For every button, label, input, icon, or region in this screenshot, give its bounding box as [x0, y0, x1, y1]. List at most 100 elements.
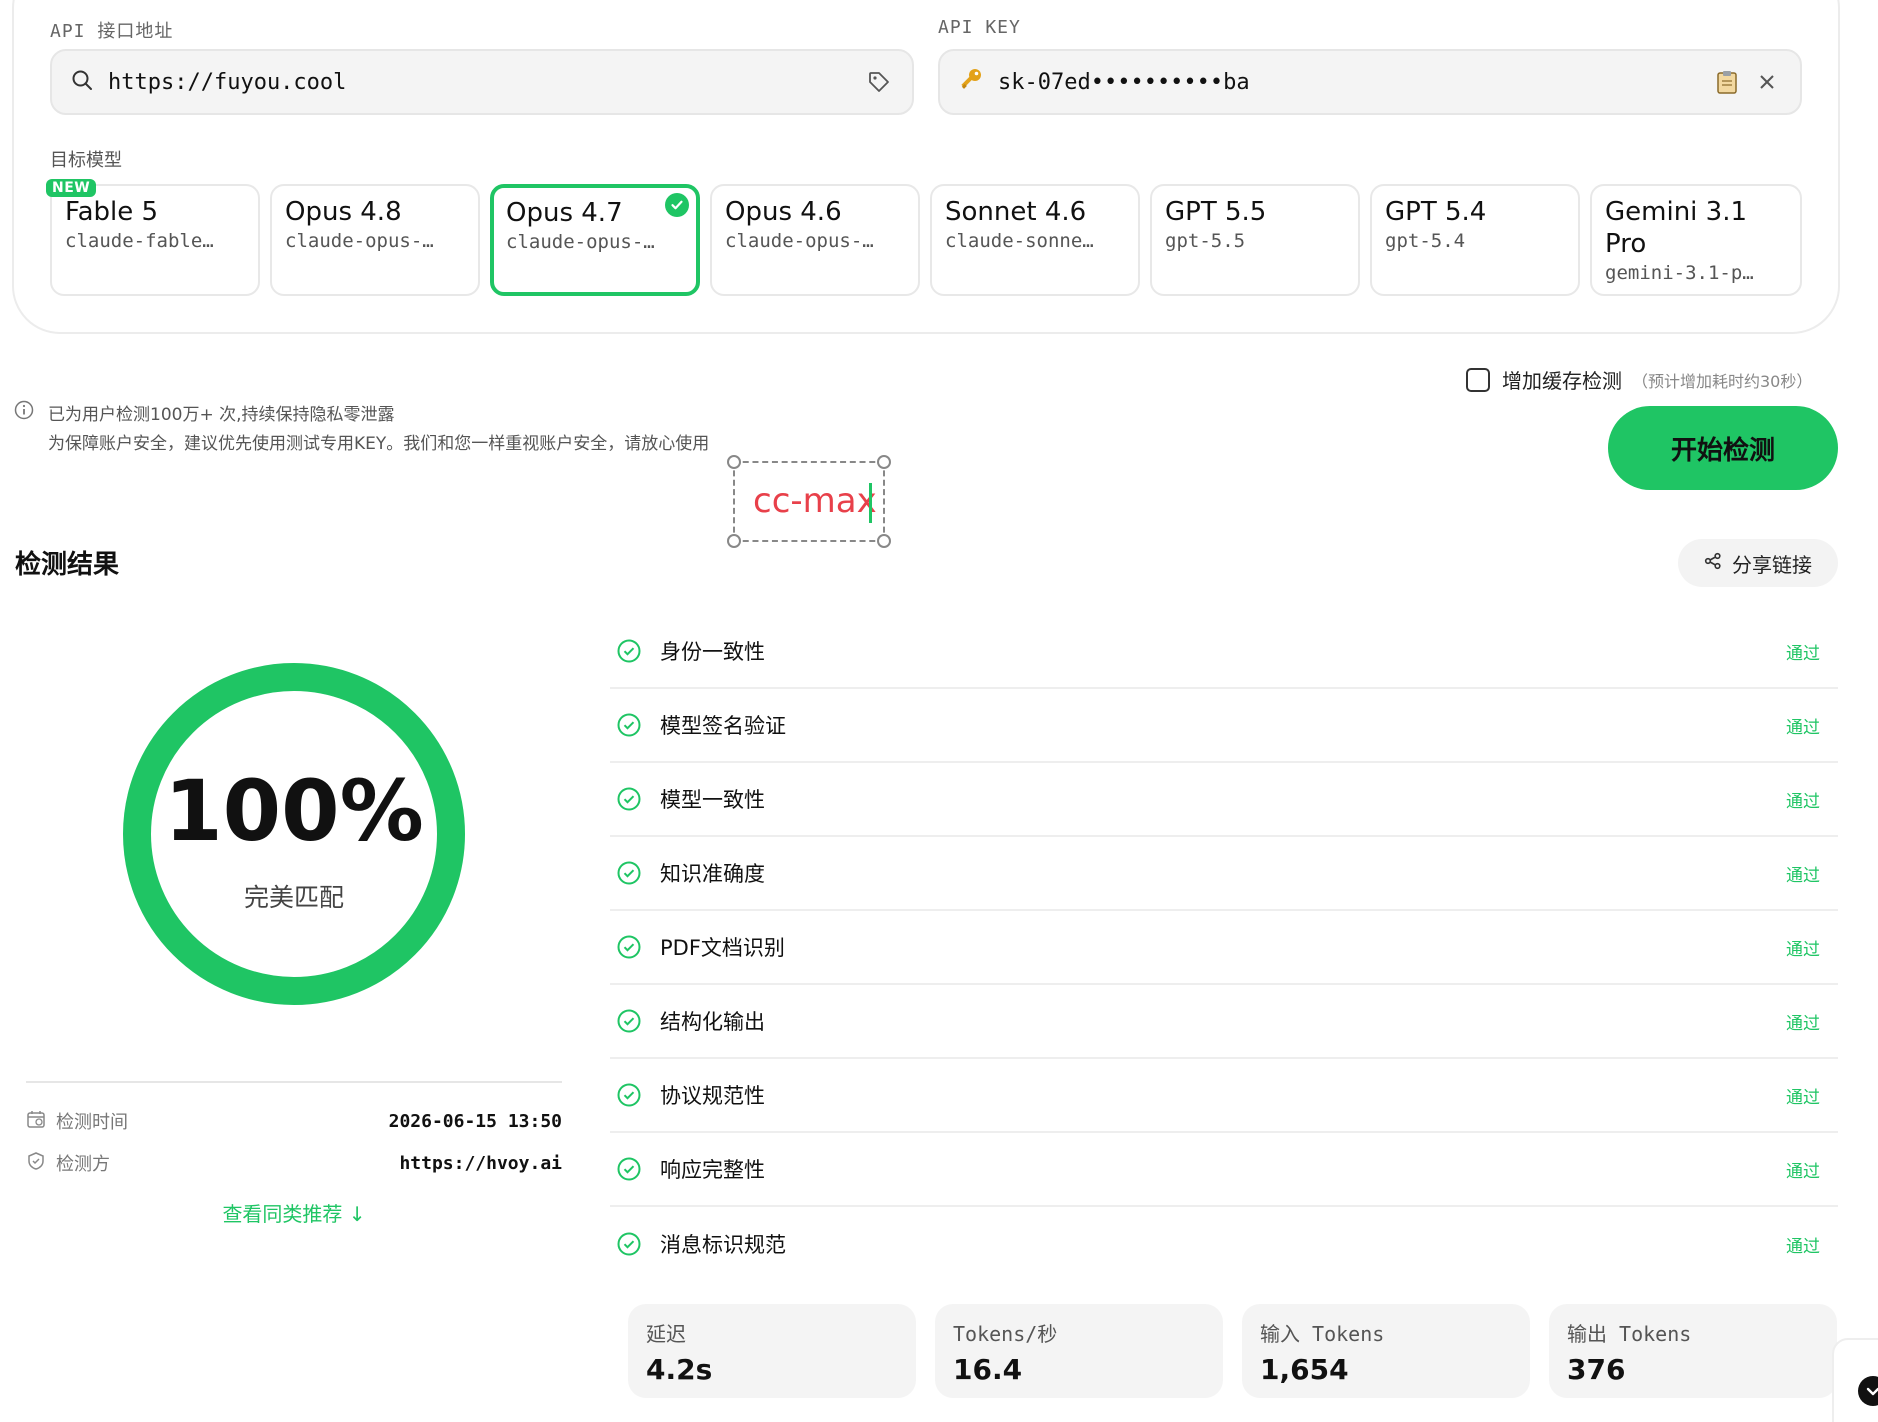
- stat-output-tokens: 输出 Tokens 376: [1549, 1304, 1837, 1398]
- results-title: 检测结果: [15, 550, 120, 580]
- checker-row: 检测方 https://hvoy.ai: [26, 1150, 562, 1176]
- check-label: 消息标识规范: [660, 1233, 786, 1257]
- check-label: 响应完整性: [660, 1158, 765, 1182]
- check-row-identity: 身份一致性 通过: [610, 615, 1838, 689]
- check-circle-icon: [617, 861, 641, 885]
- stat-latency: 延迟 4.2s: [628, 1304, 916, 1398]
- api-url-field[interactable]: https://fuyou.cool: [50, 49, 914, 115]
- check-label: 模型签名验证: [660, 714, 786, 738]
- annotation-text[interactable]: cc-max: [753, 481, 877, 521]
- check-label: PDF文档识别: [660, 936, 785, 960]
- check-status: 通过: [1786, 1013, 1820, 1034]
- stat-label: 延迟: [646, 1322, 686, 1346]
- cache-checkbox[interactable]: [1466, 367, 1490, 392]
- stat-value: 1,654: [1260, 1353, 1349, 1386]
- chevron-down-icon[interactable]: [1858, 1376, 1878, 1406]
- search-icon: [70, 68, 94, 96]
- checker-label: 检测方: [56, 1154, 110, 1175]
- model-name: Fable 5: [65, 197, 159, 227]
- check-list: 身份一致性 通过 模型签名验证 通过 模型一致性 通过 知识准确度 通过 PDF…: [610, 615, 1838, 1281]
- model-card-gpt-5-4[interactable]: GPT 5.4 gpt-5.4: [1370, 184, 1580, 296]
- check-time-row: 检测时间 2026-06-15 13:50: [26, 1108, 562, 1134]
- notice-line-1: 已为用户检测100万+ 次,持续保持隐私零泄露: [48, 404, 395, 425]
- check-circle-icon: [617, 1009, 641, 1033]
- model-card-sonnet-4-6[interactable]: Sonnet 4.6 claude-sonne…: [930, 184, 1140, 296]
- calendar-icon: [26, 1109, 56, 1134]
- check-time-value: 2026-06-15 13:50: [388, 1110, 562, 1132]
- start-check-button[interactable]: 开始检测: [1608, 406, 1838, 490]
- stat-label: Tokens/秒: [953, 1322, 1058, 1346]
- tag-icon[interactable]: [864, 67, 894, 97]
- model-card-gemini-3-1-pro[interactable]: Gemini 3.1 Pro gemini-3.1-p…: [1590, 184, 1802, 296]
- check-label: 模型一致性: [660, 788, 765, 812]
- share-link-button[interactable]: 分享链接: [1678, 539, 1838, 587]
- check-icon: [665, 193, 689, 217]
- check-row-structured-output: 结构化输出 通过: [610, 985, 1838, 1059]
- clipboard-icon[interactable]: [1712, 67, 1742, 97]
- model-card-fable-5[interactable]: Fable 5 claude-fable…: [50, 184, 260, 296]
- api-key-value[interactable]: sk-07ed••••••••••ba: [998, 70, 1702, 95]
- checker-value: https://hvoy.ai: [399, 1152, 562, 1174]
- share-label: 分享链接: [1732, 552, 1812, 577]
- check-circle-icon: [617, 1157, 641, 1181]
- model-name: GPT 5.5: [1165, 197, 1267, 227]
- resize-handle-bottom-left[interactable]: [727, 534, 741, 548]
- shield-icon: [26, 1151, 56, 1176]
- api-key-field[interactable]: sk-07ed••••••••••ba: [938, 49, 1802, 115]
- score-value: 100%: [164, 762, 424, 860]
- model-name: Gemini 3.1 Pro: [1605, 197, 1748, 259]
- model-card-gpt-5-5[interactable]: GPT 5.5 gpt-5.5: [1150, 184, 1360, 296]
- check-status: 通过: [1786, 1161, 1820, 1182]
- model-id: claude-opus-…: [725, 230, 874, 252]
- model-id: claude-fable…: [65, 230, 214, 252]
- new-badge: NEW: [46, 179, 97, 197]
- model-card-opus-4-7[interactable]: Opus 4.7 claude-opus-…: [490, 184, 700, 296]
- model-name: Opus 4.8: [285, 197, 402, 227]
- stat-label: 输出 Tokens: [1567, 1322, 1692, 1346]
- close-icon[interactable]: [1752, 67, 1782, 97]
- score-label: 完美匹配: [243, 883, 344, 912]
- model-id: gemini-3.1-p…: [1605, 262, 1754, 284]
- stat-value: 376: [1567, 1353, 1626, 1386]
- check-circle-icon: [617, 639, 641, 663]
- check-status: 通过: [1786, 643, 1820, 664]
- see-similar-link[interactable]: 查看同类推荐 ↓: [26, 1198, 562, 1227]
- check-label: 协议规范性: [660, 1084, 765, 1108]
- model-name: GPT 5.4: [1385, 197, 1487, 227]
- cache-check-option[interactable]: 增加缓存检测 （预计增加耗时约30秒）: [1466, 365, 1812, 394]
- check-circle-icon: [617, 713, 641, 737]
- check-status: 通过: [1786, 1236, 1820, 1257]
- share-icon: [1704, 551, 1732, 575]
- model-id: gpt-5.5: [1165, 230, 1246, 252]
- check-time-label: 检测时间: [56, 1112, 128, 1133]
- resize-handle-bottom-right[interactable]: [877, 534, 891, 548]
- check-row-signature: 模型签名验证 通过: [610, 689, 1838, 763]
- model-name: Opus 4.7: [506, 198, 623, 228]
- cache-label: 增加缓存检测: [1502, 369, 1622, 393]
- check-label: 知识准确度: [660, 862, 765, 886]
- check-status: 通过: [1786, 717, 1820, 738]
- model-name: Opus 4.6: [725, 197, 842, 227]
- api-url-label: API 接口地址: [50, 21, 174, 42]
- stat-value: 16.4: [953, 1353, 1023, 1386]
- key-icon: [958, 67, 984, 97]
- check-status: 通过: [1786, 1087, 1820, 1108]
- api-url-value[interactable]: https://fuyou.cool: [108, 70, 854, 95]
- resize-handle-top-right[interactable]: [877, 455, 891, 469]
- annotation-text-box[interactable]: cc-max: [727, 455, 891, 548]
- stat-value: 4.2s: [646, 1353, 713, 1386]
- stat-input-tokens: 输入 Tokens 1,654: [1242, 1304, 1530, 1398]
- model-name: Sonnet 4.6: [945, 197, 1087, 227]
- model-id: claude-opus-…: [285, 230, 434, 252]
- cache-hint: （预计增加耗时约30秒）: [1632, 371, 1813, 391]
- notice-line-2: 为保障账户安全，建议优先使用测试专用KEY。我们和您一样重视账户安全，请放心使用: [48, 434, 710, 454]
- model-card-opus-4-6[interactable]: Opus 4.6 claude-opus-…: [710, 184, 920, 296]
- check-row-knowledge: 知识准确度 通过: [610, 837, 1838, 911]
- check-status: 通过: [1786, 939, 1820, 960]
- resize-handle-top-left[interactable]: [727, 455, 741, 469]
- check-circle-icon: [617, 935, 641, 959]
- check-row-message-id: 消息标识规范 通过: [610, 1207, 1838, 1281]
- check-row-response: 响应完整性 通过: [610, 1133, 1838, 1207]
- model-card-opus-4-8[interactable]: Opus 4.8 claude-opus-…: [270, 184, 480, 296]
- check-circle-icon: [617, 1232, 641, 1256]
